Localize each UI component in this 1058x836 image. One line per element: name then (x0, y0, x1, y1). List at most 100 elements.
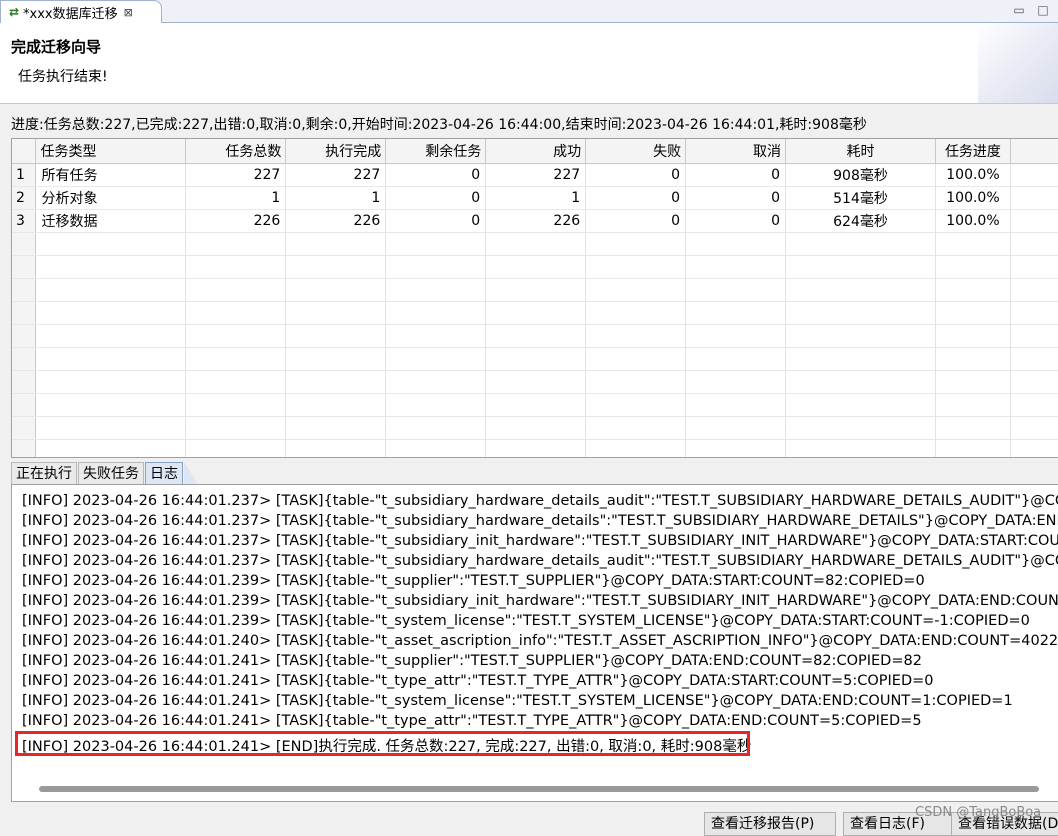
table-cell-empty (935, 232, 1011, 256)
table-cell-empty (785, 232, 936, 256)
table-cell-empty (935, 393, 1011, 417)
table-cell-empty (185, 324, 287, 348)
row-number: 2 (12, 186, 37, 210)
table-cell-empty (35, 347, 187, 371)
table-cell-empty (935, 370, 1011, 394)
table-cell-empty (12, 439, 37, 457)
table-cell: 100.0% (935, 209, 1011, 233)
column-header[interactable]: 剩余任务 (385, 139, 487, 164)
table-row-empty (12, 232, 1058, 256)
editor-tab[interactable]: ⇄ *xxx数据库迁移 ⊠ (0, 0, 162, 23)
table-cell-empty (785, 255, 936, 279)
wizard-message: 任务执行结束! (18, 69, 108, 85)
progress-summary: 进度:任务总数:227,已完成:227,出错:0,取消:0,剩余:0,开始时间:… (11, 117, 867, 133)
log-line: [INFO] 2023-04-26 16:44:01.237> [TASK]{t… (22, 513, 1058, 529)
task-summary-table[interactable]: 任务类型 任务总数 执行完成 剩余任务 成功 失败 取消 耗时 任务进度 1 所… (11, 138, 1058, 458)
table-cell-empty (12, 232, 37, 256)
tab-failed-tasks[interactable]: 失败任务 (78, 462, 144, 485)
table-row[interactable]: 1 所有任务 227 227 0 227 0 0 908毫秒 100.0% (12, 163, 1058, 187)
table-row-empty (12, 347, 1058, 371)
table-row-empty (12, 301, 1058, 325)
table-row[interactable]: 2 分析对象 1 1 0 1 0 0 514毫秒 100.0% (12, 186, 1058, 210)
table-cell-empty (1010, 324, 1058, 348)
table-cell: 分析对象 (35, 186, 187, 210)
table-cell-empty (185, 278, 287, 302)
table-cell-empty (935, 278, 1011, 302)
column-header[interactable]: 任务进度 (935, 139, 1011, 164)
table-cell-empty (385, 255, 487, 279)
table-cell-empty (1010, 232, 1058, 256)
table-row-empty (12, 370, 1058, 394)
view-report-button[interactable]: 查看迁移报告(P) (704, 812, 836, 836)
table-cell-empty (785, 370, 936, 394)
table-cell: 100.0% (935, 163, 1011, 187)
table-cell-empty (585, 393, 687, 417)
log-line: [INFO] 2023-04-26 16:44:01.239> [TASK]{t… (22, 573, 925, 589)
table-cell: 0 (585, 163, 687, 187)
table-cell: 1 (285, 186, 387, 210)
table-cell-empty (185, 301, 287, 325)
table-cell-empty (485, 324, 587, 348)
tab-running[interactable]: 正在执行 (11, 462, 77, 485)
table-cell-empty (385, 232, 487, 256)
wizard-header: 完成迁移向导 任务执行结束! (0, 23, 1058, 104)
table-cell-empty (585, 347, 687, 371)
table-cell-empty (12, 347, 37, 371)
table-cell-empty (185, 255, 287, 279)
table-cell: 227 (485, 163, 587, 187)
maximize-icon[interactable]: □ (1036, 3, 1050, 17)
table-cell: 1 (485, 186, 587, 210)
table-cell-empty (685, 255, 787, 279)
table-cell-empty (585, 439, 687, 457)
table-cell-empty (385, 347, 487, 371)
table-cell-empty (185, 232, 287, 256)
tab-corner-decoration (184, 462, 198, 484)
table-cell: 0 (685, 186, 787, 210)
table-cell-empty (285, 324, 387, 348)
table-cell-empty (185, 370, 287, 394)
table-row-empty (12, 278, 1058, 302)
table-cell: 624毫秒 (785, 209, 936, 233)
horizontal-scrollbar[interactable] (39, 786, 1039, 792)
column-header[interactable]: 任务类型 (35, 139, 187, 164)
table-row[interactable]: 3 迁移数据 226 226 0 226 0 0 624毫秒 100.0% (12, 209, 1058, 233)
table-cell-empty (12, 416, 37, 440)
table-cell: 0 (685, 209, 787, 233)
table-cell: 1 (185, 186, 287, 210)
table-cell-empty (35, 416, 187, 440)
column-header[interactable]: 取消 (685, 139, 787, 164)
header-banner-graphic (978, 23, 1058, 103)
highlight-box (15, 731, 750, 756)
table-cell-empty (1010, 255, 1058, 279)
table-cell-empty (1010, 439, 1058, 457)
table-row-empty (12, 393, 1058, 417)
log-line: [INFO] 2023-04-26 16:44:01.241> [TASK]{t… (22, 673, 934, 689)
column-header[interactable]: 任务总数 (185, 139, 287, 164)
table-cell: 226 (285, 209, 387, 233)
table-cell: 100.0% (935, 186, 1011, 210)
column-header[interactable]: 执行完成 (285, 139, 387, 164)
table-cell-empty (385, 278, 487, 302)
table-cell-empty (285, 416, 387, 440)
table-cell-empty (385, 370, 487, 394)
table-cell: 0 (385, 186, 487, 210)
table-cell-empty (385, 416, 487, 440)
table-cell-empty (1010, 347, 1058, 371)
column-header[interactable]: 耗时 (785, 139, 936, 164)
column-header[interactable]: 失败 (585, 139, 687, 164)
column-header[interactable]: 成功 (485, 139, 587, 164)
table-cell-empty (485, 416, 587, 440)
tab-log[interactable]: 日志 (145, 462, 183, 485)
table-cell-empty (585, 255, 687, 279)
minimize-icon[interactable]: ▭ (1012, 3, 1026, 17)
table-cell-empty (1010, 209, 1058, 233)
row-number: 1 (12, 163, 37, 187)
log-panel[interactable]: [INFO] 2023-04-26 16:44:01.237> [TASK]{t… (11, 484, 1058, 802)
table-cell-empty (485, 393, 587, 417)
log-line: [INFO] 2023-04-26 16:44:01.237> [TASK]{t… (22, 553, 1058, 569)
table-cell-empty (35, 278, 187, 302)
table-cell-empty (12, 301, 37, 325)
table-cell-empty (285, 393, 387, 417)
close-icon[interactable]: ⊠ (124, 6, 133, 19)
table-cell-empty (785, 416, 936, 440)
